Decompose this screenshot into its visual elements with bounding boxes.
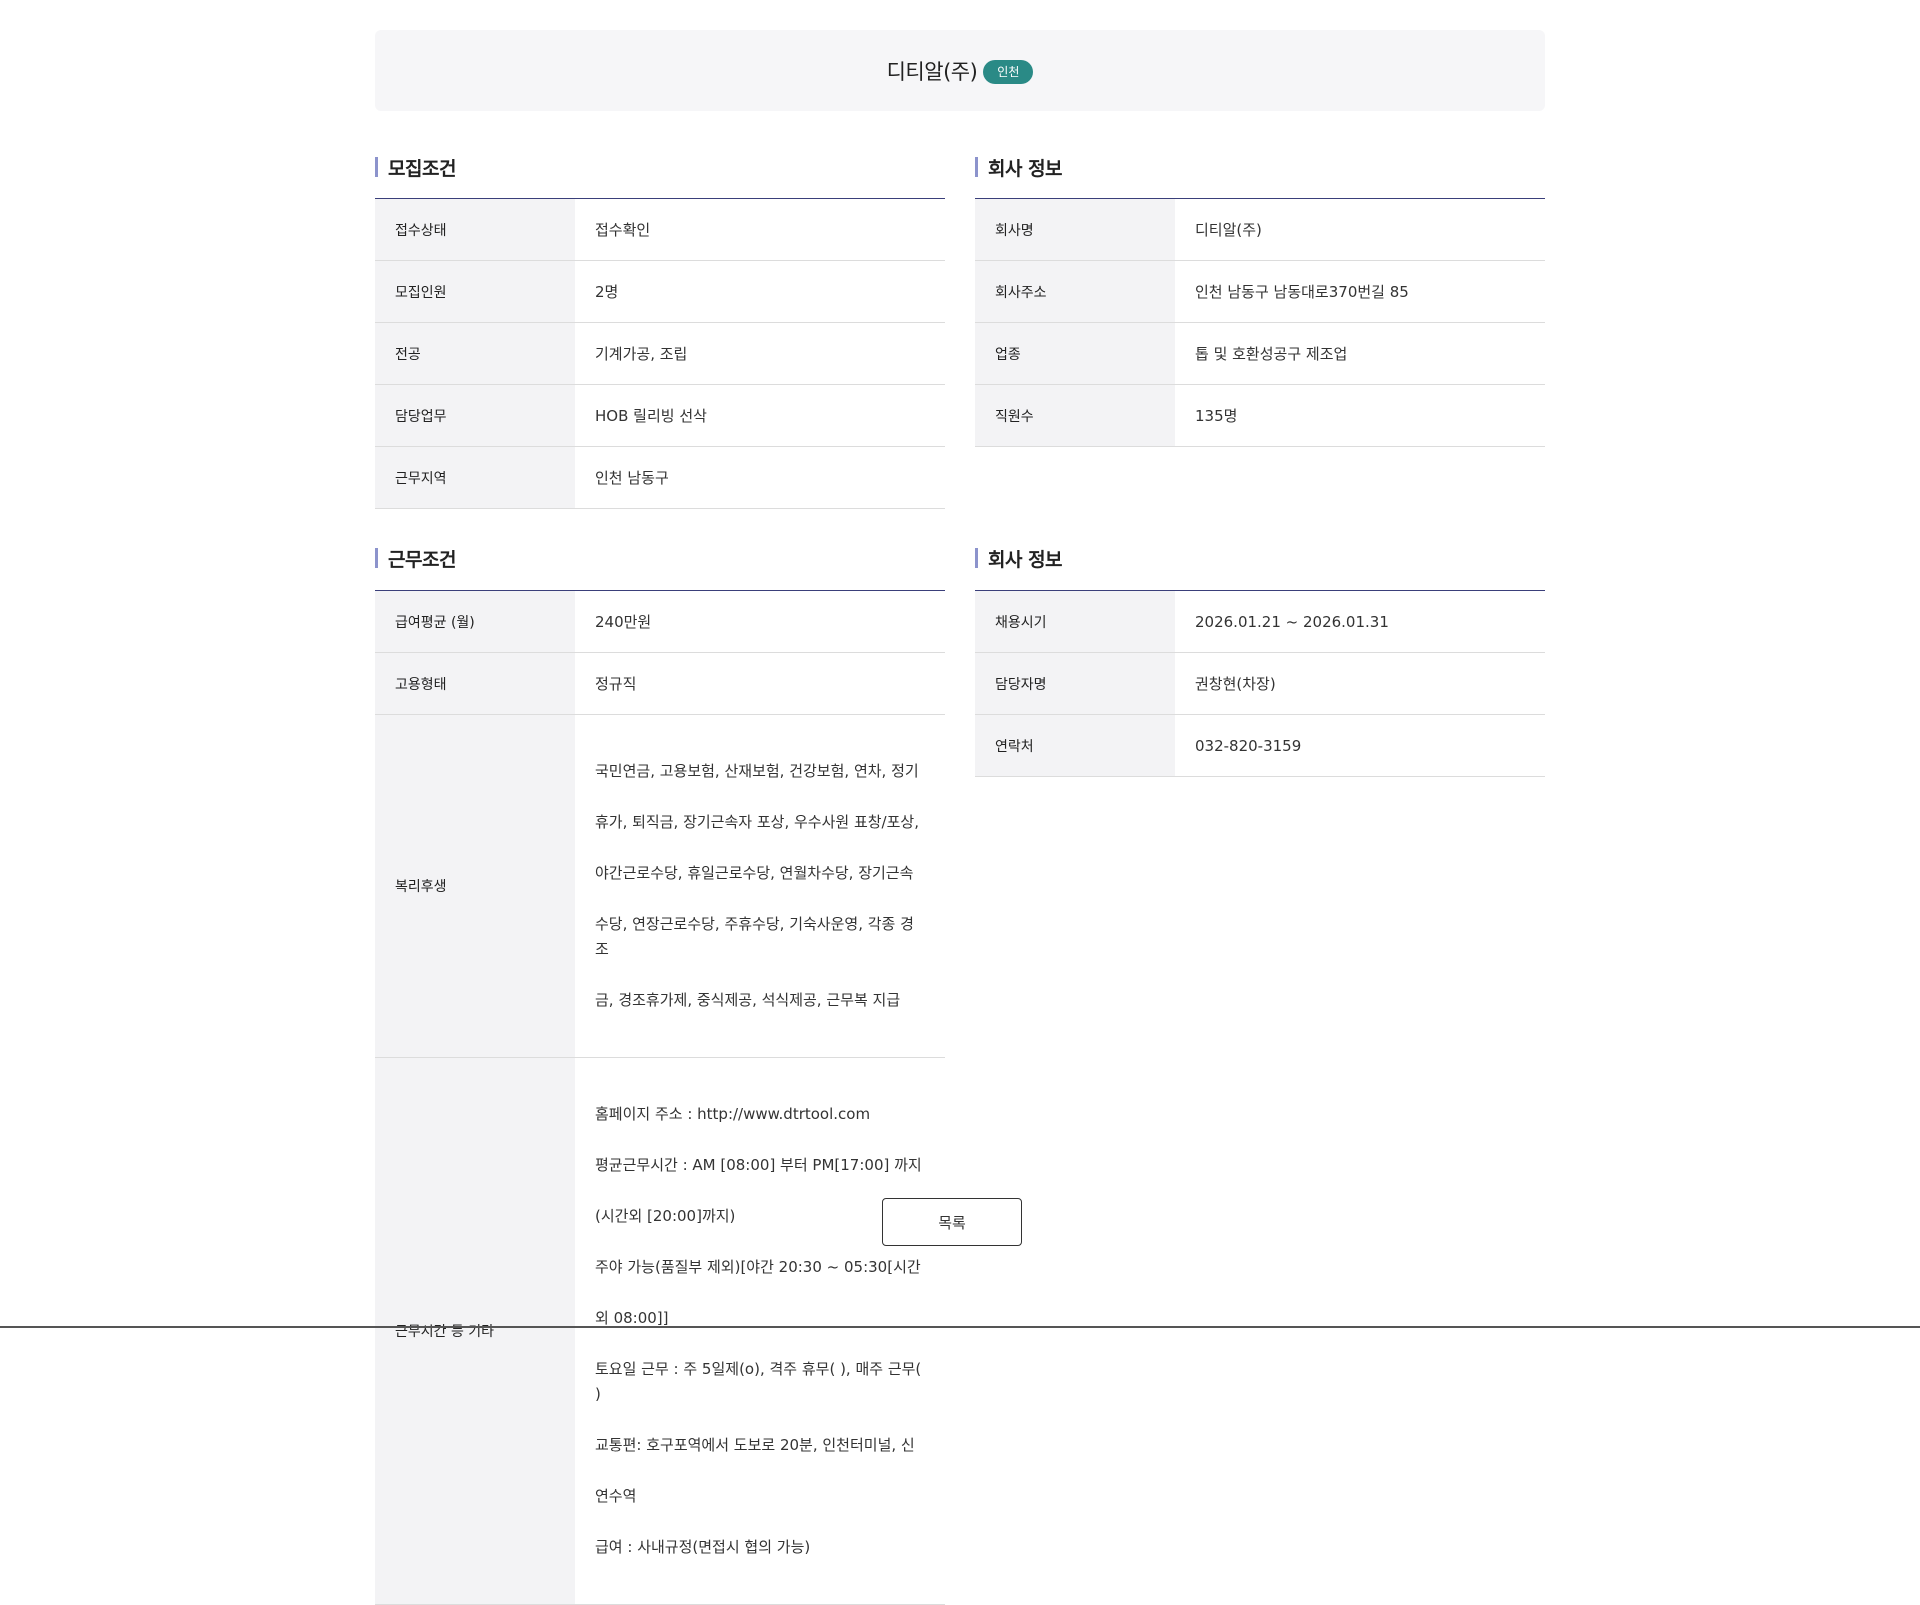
other-line: (시간외 [20:00]까지) xyxy=(595,1206,736,1225)
other-line: 토요일 근무 : 주 5일제(o), 격주 휴무( ), 매주 근무( ) xyxy=(595,1359,922,1404)
table-row: 접수상태 접수확인 xyxy=(375,198,945,261)
other-line: 평균근무시간 : AM [08:00] 부터 PM[17:00] 까지 xyxy=(595,1155,922,1174)
row-key: 전공 xyxy=(375,322,575,385)
row-value: 기계가공, 조립 xyxy=(575,322,945,385)
row-value: 135명 xyxy=(1175,384,1545,447)
row-key: 접수상태 xyxy=(375,198,575,261)
company-info-section-title: 회사 정보 xyxy=(975,157,1063,180)
other-value: 홈페이지 주소 : http://www.dtrtool.com 평균근무시간 … xyxy=(575,1057,945,1605)
work-section-title: 근무조건 xyxy=(375,548,456,571)
row-value: 권창현(차장) xyxy=(1175,652,1545,715)
row-key: 근무지역 xyxy=(375,446,575,509)
table-row: 근무시간 등 기타 홈페이지 주소 : http://www.dtrtool.c… xyxy=(375,1057,945,1605)
recruit-table: 접수상태 접수확인 모집인원 2명 전공 기계가공, 조립 담당업무 HOB 릴리빙 선… xyxy=(375,198,945,509)
hiring-info-title: 회사 정보 xyxy=(988,548,1063,571)
row-value: 접수확인 xyxy=(575,198,945,261)
row-key: 근무시간 등 기타 xyxy=(375,1057,575,1605)
table-row: 회사명 디티알(주) xyxy=(975,198,1545,261)
table-row: 담당자명 권창현(차장) xyxy=(975,652,1545,715)
welfare-line: 국민연금, 고용보험, 산재보험, 건강보험, 연차, 정기 xyxy=(595,761,919,780)
row-value: 2명 xyxy=(575,260,945,323)
row-key: 직원수 xyxy=(975,384,1175,447)
table-row: 전공 기계가공, 조립 xyxy=(375,322,945,385)
welfare-line: 야간근로수당, 휴일근로수당, 연월차수당, 장기근속 xyxy=(595,863,914,882)
row-value: 240만원 xyxy=(575,590,945,653)
row-key: 고용형태 xyxy=(375,652,575,715)
title-bar xyxy=(375,157,378,177)
company-info-table: 회사명 디티알(주) 회사주소 인천 남동구 남동대로370번길 85 업종 톱 및 … xyxy=(975,198,1545,447)
welfare-line: 수당, 연장근로수당, 주휴수당, 기숙사운영, 각종 경조 xyxy=(595,914,914,959)
company-title: 디티알(주) xyxy=(886,59,978,84)
other-line: 급여 : 사내규정(면접시 협의 가능) xyxy=(595,1538,811,1556)
welfare-line: 금, 경조휴가제, 중식제공, 석식제공, 근무복 지급 xyxy=(595,991,901,1009)
table-row: 연락처 032-820-3159 xyxy=(975,714,1545,777)
row-key: 급여평균 (월) xyxy=(375,590,575,653)
other-line: 연수역 xyxy=(595,1487,637,1505)
row-key: 채용시기 xyxy=(975,590,1175,653)
row-value: 인천 남동구 xyxy=(575,446,945,509)
row-key: 담당업무 xyxy=(375,384,575,447)
table-row: 모집인원 2명 xyxy=(375,260,945,323)
table-row: 회사주소 인천 남동구 남동대로370번길 85 xyxy=(975,260,1545,323)
hiring-info-table: 채용시기 2026.01.21 ~ 2026.01.31 담당자명 권창현(차장) … xyxy=(975,590,1545,777)
welfare-line: 휴가, 퇴직금, 장기근속자 포상, 우수사원 표창/포상, xyxy=(595,812,919,831)
row-key: 복리후생 xyxy=(375,714,575,1058)
work-table: 급여평균 (월) 240만원 고용형태 정규직 복리후생 국민연금, 고용보험, 산… xyxy=(375,590,945,1605)
list-button[interactable]: 목록 xyxy=(882,1198,1022,1246)
title-bar xyxy=(375,548,378,568)
table-row: 업종 톱 및 호환성공구 제조업 xyxy=(975,322,1545,385)
row-value: HOB 릴리빙 선삭 xyxy=(575,384,945,447)
other-line: 교통편: 호구포역에서 도보로 20분, 인천터미널, 신 xyxy=(595,1436,915,1454)
row-value: 032-820-3159 xyxy=(1175,714,1545,777)
row-key: 업종 xyxy=(975,322,1175,385)
table-row: 복리후생 국민연금, 고용보험, 산재보험, 건강보험, 연차, 정기 휴가, … xyxy=(375,714,945,1058)
other-line: 홈페이지 주소 : http://www.dtrtool.com xyxy=(595,1104,871,1123)
title-bar xyxy=(975,157,978,177)
company-info-title: 회사 정보 xyxy=(988,157,1063,180)
table-row: 직원수 135명 xyxy=(975,384,1545,447)
other-line: 주야 가능(품질부 제외)[야간 20:30 ~ 05:30[시간 xyxy=(595,1257,921,1276)
row-key: 회사주소 xyxy=(975,260,1175,323)
row-value: 디티알(주) xyxy=(1175,198,1545,261)
recruit-section-title: 모집조건 xyxy=(375,157,456,180)
table-row: 근무지역 인천 남동구 xyxy=(375,446,945,509)
work-title: 근무조건 xyxy=(388,548,456,571)
table-row: 담당업무 HOB 릴리빙 선삭 xyxy=(375,384,945,447)
row-value: 정규직 xyxy=(575,652,945,715)
welfare-value: 국민연금, 고용보험, 산재보험, 건강보험, 연차, 정기 휴가, 퇴직금, … xyxy=(575,714,945,1058)
page-wrapper: 디티알(주) 인천 xyxy=(375,30,1545,111)
row-key: 모집인원 xyxy=(375,260,575,323)
row-value: 2026.01.21 ~ 2026.01.31 xyxy=(1175,590,1545,653)
row-value: 톱 및 호환성공구 제조업 xyxy=(1175,322,1545,385)
row-key: 연락처 xyxy=(975,714,1175,777)
hiring-info-section-title: 회사 정보 xyxy=(975,548,1063,571)
row-key: 담당자명 xyxy=(975,652,1175,715)
title-bar xyxy=(975,548,978,568)
row-value: 인천 남동구 남동대로370번길 85 xyxy=(1175,260,1545,323)
table-row: 고용형태 정규직 xyxy=(375,652,945,715)
company-header: 디티알(주) 인천 xyxy=(375,30,1545,111)
row-key: 회사명 xyxy=(975,198,1175,261)
table-row: 채용시기 2026.01.21 ~ 2026.01.31 xyxy=(975,590,1545,653)
recruit-title: 모집조건 xyxy=(388,157,456,180)
table-row: 급여평균 (월) 240만원 xyxy=(375,590,945,653)
region-badge: 인천 xyxy=(983,59,1034,84)
